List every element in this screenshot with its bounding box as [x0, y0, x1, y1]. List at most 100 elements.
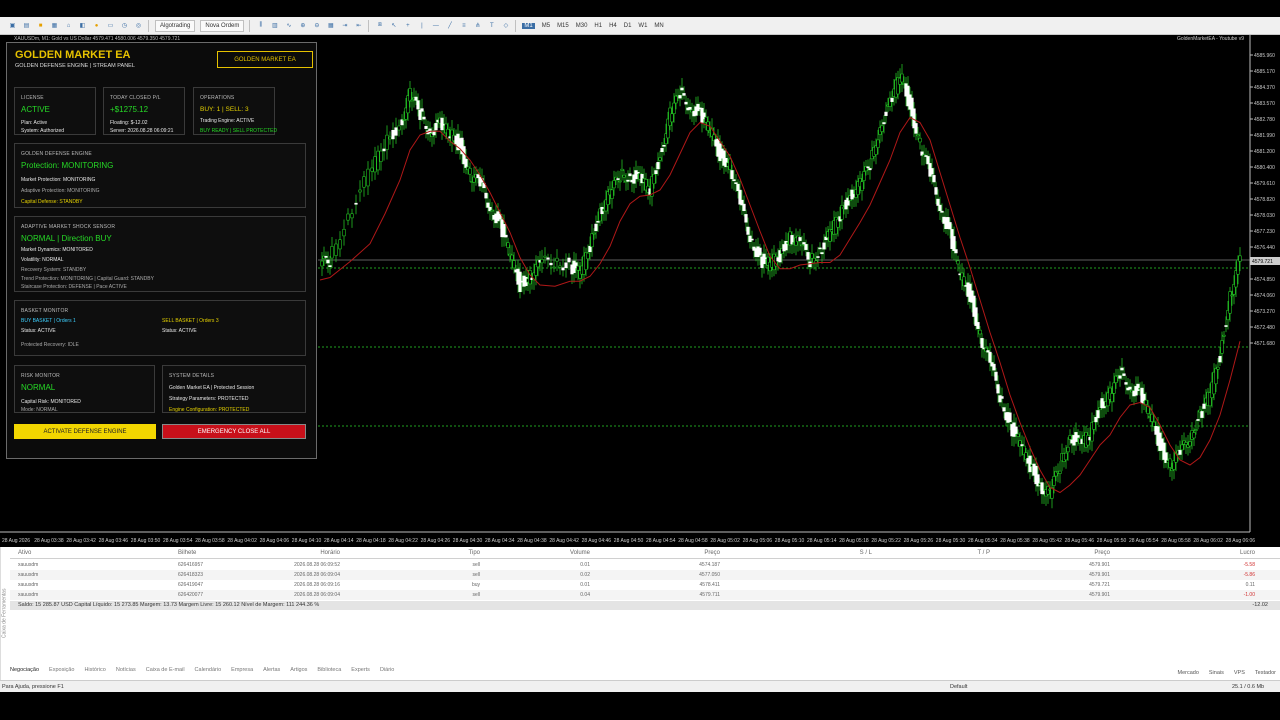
tab-9[interactable]: Biblioteca [317, 667, 341, 679]
candle-body [326, 259, 330, 264]
candle-body [484, 192, 488, 199]
timeframe-d1[interactable]: D1 [624, 23, 632, 29]
new-chart-icon[interactable]: ▣ [8, 20, 17, 32]
tab-3[interactable]: Notícias [116, 667, 136, 679]
system-strategy: Strategy Parameters: PROTECTED [169, 396, 249, 402]
zoom-in-icon[interactable]: ⊕ [298, 20, 307, 32]
col-header-5[interactable]: Preço [660, 550, 720, 556]
timeframe-mn[interactable]: MN [654, 23, 663, 29]
col-header-7[interactable]: T / P [930, 550, 990, 556]
activate-defense-button[interactable]: ACTIVATE DEFENSE ENGINE [14, 424, 156, 439]
expand-icon[interactable]: ▭ [106, 20, 115, 32]
tab-6[interactable]: Empresa [231, 667, 253, 679]
candle-body [552, 266, 556, 269]
autoscroll-icon[interactable]: ⇥ [340, 20, 349, 32]
vertical-line-icon[interactable]: | [417, 20, 426, 32]
chart-shift-icon[interactable]: ⇤ [354, 20, 363, 32]
tab-11[interactable]: Diário [380, 667, 394, 679]
table-row[interactable]: xauusdm 626416957 2026.08.28 06:09:52 sell 0… [10, 560, 1280, 570]
col-header-4[interactable]: Volume [530, 550, 590, 556]
col-header-0[interactable]: Ativo [18, 550, 31, 556]
candle-body [1194, 429, 1198, 431]
timeframe-m5[interactable]: M5 [542, 23, 550, 29]
candle-body [746, 226, 750, 235]
new-order-button[interactable]: Nova Ordem [200, 19, 245, 32]
algotrading-button[interactable]: Algotrading [155, 19, 196, 32]
lock-icon[interactable]: ● [92, 20, 101, 32]
candle-body [728, 158, 732, 170]
zoom-out-icon[interactable]: ⊖ [312, 20, 321, 32]
tab-8[interactable]: Artigos [290, 667, 307, 679]
market-watch-icon[interactable]: ■ [36, 20, 45, 32]
candle-body [1196, 419, 1200, 421]
toolbox-side-label[interactable]: Caixa de Ferramentas [0, 547, 8, 680]
timeframe-m1[interactable]: M1 [522, 22, 535, 29]
col-header-3[interactable]: Tipo [420, 550, 480, 556]
timeframe-w1[interactable]: W1 [638, 23, 647, 29]
profiles-icon[interactable]: ▤ [22, 20, 31, 32]
col-header-6[interactable]: S / L [812, 550, 872, 556]
screenshot-icon[interactable]: ⧈ [375, 20, 384, 32]
candle-body [742, 203, 746, 212]
candle-body [1028, 455, 1032, 473]
timeframe-h1[interactable]: H1 [594, 23, 602, 29]
trendline-icon[interactable]: ╱ [445, 20, 454, 32]
timeframe-h4[interactable]: H4 [609, 23, 617, 29]
timeframe-m30[interactable]: M30 [576, 23, 588, 29]
basket-sell: SELL BASKET | Orders 3 [162, 318, 219, 324]
tab-1[interactable]: Exposição [49, 667, 74, 679]
line-chart-icon[interactable]: ∿ [284, 20, 293, 32]
tab-5[interactable]: Calendário [195, 667, 222, 679]
horizontal-line-icon[interactable]: — [431, 20, 440, 32]
bar-chart-icon[interactable]: ⫼ [256, 20, 265, 32]
license-system: System: Authorized [21, 128, 65, 134]
col-header-9[interactable]: Lucro [1195, 550, 1255, 556]
tab-0[interactable]: Negociação [10, 667, 39, 679]
col-header-1[interactable]: Bilhete [178, 550, 196, 556]
time-tick-label: 28 Aug 03:54 [163, 538, 193, 544]
candle-body [543, 255, 547, 258]
navigator-icon[interactable]: ⌂ [64, 20, 73, 32]
table-row[interactable]: xauusdm 626418323 2026.08.28 06:09:04 sell 0… [10, 570, 1280, 580]
cell-9: -5.86 [1243, 572, 1255, 578]
timeframe-m15[interactable]: M15 [557, 23, 569, 29]
indicators-icon[interactable]: ◎ [134, 20, 143, 32]
fibonacci-icon[interactable]: ⋔ [473, 20, 482, 32]
candle-body [379, 150, 383, 162]
time-tick-label: 28 Aug 05:34 [968, 538, 998, 544]
col-header-2[interactable]: Horário [280, 550, 340, 556]
text-icon[interactable]: T [487, 20, 496, 32]
ide-icon[interactable]: ◧ [78, 20, 87, 32]
col-header-8[interactable]: Preço [1050, 550, 1110, 556]
tab-4[interactable]: Caixa de E-mail [146, 667, 185, 679]
table-row[interactable]: xauusdm 626419047 2026.08.28 06:09:16 buy 0.… [10, 580, 1280, 590]
data-window-icon[interactable]: ▦ [50, 20, 59, 32]
grid-icon[interactable]: ▦ [326, 20, 335, 32]
candle-body [397, 125, 401, 131]
table-row[interactable]: xauusdm 626420077 2026.08.28 06:09:04 sell 0… [10, 590, 1280, 600]
crosshair-icon[interactable]: + [403, 20, 412, 32]
emergency-close-button[interactable]: EMERGENCY CLOSE ALL [162, 424, 306, 439]
right-tab-2[interactable]: VPS [1234, 670, 1245, 676]
candle-chart-icon[interactable]: ▥ [270, 20, 279, 32]
activate-defense-label: ACTIVATE DEFENSE ENGINE [43, 428, 127, 435]
candle-body [900, 73, 904, 83]
right-tab-0[interactable]: Mercado [1177, 670, 1198, 676]
status-bar: Para Ajuda, pressione F1 Default 25.1 / … [0, 680, 1280, 692]
candle-body [388, 136, 392, 140]
shapes-icon[interactable]: ◇ [501, 20, 510, 32]
operations-value: BUY: 1 | SELL: 3 [200, 106, 249, 113]
right-tab-3[interactable]: Testador [1255, 670, 1276, 676]
candle-body [504, 234, 508, 238]
defense-box: GOLDEN DEFENSE ENGINE Protection: MONITO… [14, 143, 306, 208]
cursor-icon[interactable]: ↖ [389, 20, 398, 32]
time-tick-label: 28 Aug 04:58 [678, 538, 708, 544]
channel-icon[interactable]: ≡ [459, 20, 468, 32]
candle-body [350, 213, 354, 219]
candle-body [1150, 413, 1154, 422]
right-tab-1[interactable]: Sinais [1209, 670, 1224, 676]
history-icon[interactable]: ◷ [120, 20, 129, 32]
tab-10[interactable]: Experts [351, 667, 370, 679]
tab-7[interactable]: Alertas [263, 667, 280, 679]
tab-2[interactable]: Histórico [84, 667, 105, 679]
